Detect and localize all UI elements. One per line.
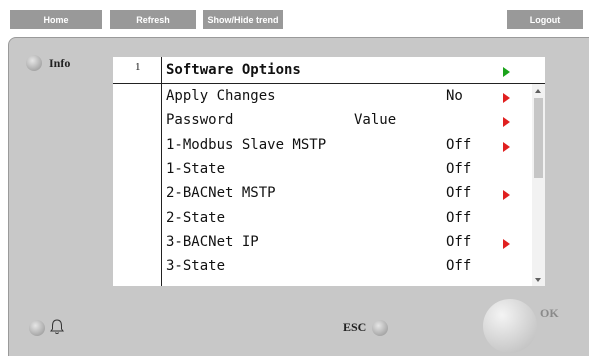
red-arrow-icon[interactable] (503, 141, 510, 152)
display-screen: 1 Software Options Apply Changes No Passwo… (113, 57, 545, 286)
option-label: 2-State (166, 209, 226, 226)
screen-title: Software Options (166, 62, 301, 78)
red-arrow-icon[interactable] (503, 117, 510, 128)
option-mid: Value (354, 112, 397, 129)
option-row[interactable]: 1-State Off (166, 159, 536, 183)
alarm-led[interactable] (29, 320, 45, 336)
option-row[interactable]: Password Value (166, 110, 536, 134)
option-row[interactable]: 2-State Off (166, 208, 536, 232)
option-value[interactable]: Off (446, 137, 471, 153)
controller-panel: Info 1 Software Options Apply Changes No P… (8, 37, 589, 356)
top-toolbar: Home Refresh Show/Hide trend Logout (0, 0, 589, 34)
show-hide-trend-button[interactable]: Show/Hide trend (203, 10, 283, 29)
scrollbar-thumb[interactable] (534, 98, 543, 178)
esc-label: ESC (343, 320, 367, 334)
option-label: 1-State (166, 160, 226, 177)
option-label: Apply Changes (166, 88, 276, 104)
refresh-button[interactable]: Refresh (110, 10, 196, 29)
home-button[interactable]: Home (10, 10, 102, 29)
option-row[interactable]: 1-Modbus Slave MSTP Off (166, 135, 536, 159)
option-row[interactable]: Apply Changes No (166, 86, 536, 110)
red-arrow-icon[interactable] (503, 93, 510, 103)
option-label: Password (166, 112, 234, 129)
option-value[interactable]: Off (446, 234, 471, 250)
ok-button[interactable] (483, 299, 537, 353)
scroll-down-icon[interactable] (535, 278, 541, 282)
info-led-button[interactable] (26, 55, 42, 71)
info-label: Info (49, 56, 71, 70)
column-divider (161, 57, 162, 286)
green-arrow-icon[interactable] (503, 67, 510, 77)
esc-button[interactable] (372, 320, 388, 336)
option-label: 3-State (166, 258, 226, 275)
scroll-up-icon[interactable] (535, 89, 541, 93)
option-row[interactable]: 3-State Off (166, 256, 536, 280)
screen-title-row[interactable]: Software Options (166, 60, 536, 84)
option-row[interactable]: 2-BACNet MSTP Off (166, 183, 536, 207)
logout-button[interactable]: Logout (507, 10, 583, 29)
page-number: 1 (135, 61, 141, 73)
option-label: 3-BACNet IP (166, 233, 259, 250)
option-label: 2-BACNet MSTP (166, 185, 276, 202)
option-value[interactable]: Off (446, 161, 471, 177)
option-value[interactable]: Off (446, 258, 471, 274)
option-label: 1-Modbus Slave MSTP (166, 136, 327, 153)
option-value[interactable]: No (446, 88, 463, 104)
red-arrow-icon[interactable] (503, 190, 510, 201)
red-arrow-icon[interactable] (503, 238, 510, 249)
option-value[interactable]: Off (446, 210, 471, 226)
ok-label: OK (540, 306, 559, 320)
option-row[interactable]: 3-BACNet IP Off (166, 232, 536, 256)
option-value[interactable]: Off (446, 185, 471, 201)
bell-icon[interactable] (49, 318, 65, 336)
